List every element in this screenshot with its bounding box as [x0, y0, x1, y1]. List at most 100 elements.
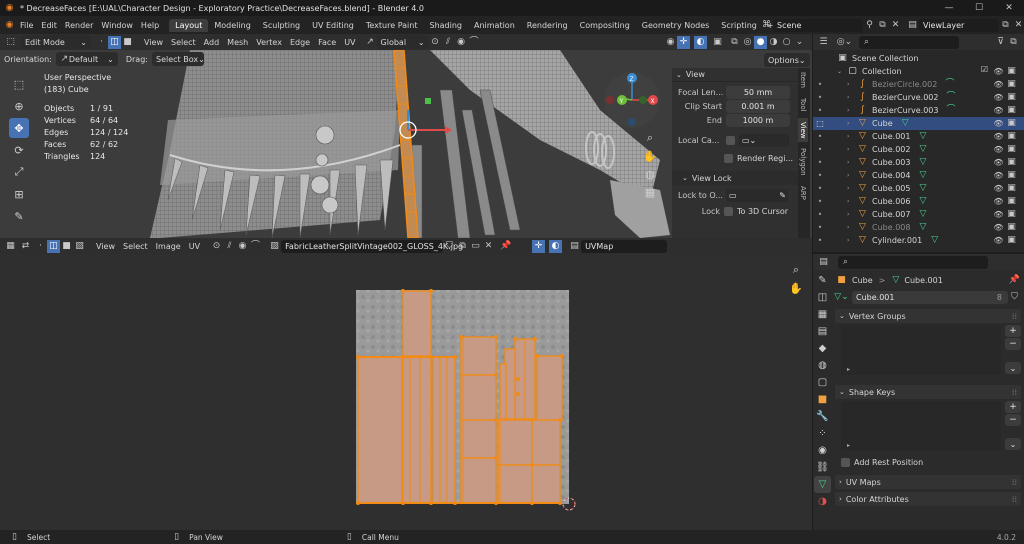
object-data-icon[interactable]: ▽ — [916, 130, 929, 143]
rotate-tool[interactable]: ⟳ — [9, 140, 29, 160]
outliner-select-gutter[interactable]: • — [813, 93, 827, 102]
options-dropdown[interactable]: Options ⌄ — [764, 53, 810, 67]
tab-uv-editing[interactable]: UV Editing — [306, 19, 360, 32]
view-layer-tab-icon[interactable]: ▤ — [814, 323, 831, 340]
outliner-row[interactable]: • › ▽ Cube.003 ▽ 👁 ▣ — [813, 156, 1024, 169]
sidebar-tab-view[interactable]: View — [798, 117, 808, 143]
object-data-icon[interactable]: ▽ — [928, 234, 941, 247]
shape-key-menu-button[interactable]: ⌄ — [1005, 438, 1021, 450]
shape-key-remove-button[interactable]: − — [1005, 414, 1021, 426]
outliner-display-icon[interactable]: ◎⌄ — [837, 36, 852, 49]
mesh-users-count[interactable]: 8 — [997, 293, 1008, 302]
render-camera-icon[interactable]: ▣ — [1005, 104, 1018, 117]
expand-arrow-icon[interactable]: › — [847, 159, 856, 166]
object-data-icon[interactable]: ⌒ — [944, 104, 957, 117]
outliner-select-gutter[interactable]: • — [813, 171, 827, 180]
expand-arrow-icon[interactable]: › — [847, 185, 856, 192]
outliner-row[interactable]: • › ▽ Cube.006 ▽ 👁 ▣ — [813, 195, 1024, 208]
outliner-row[interactable]: • › ▽ Cube.005 ▽ 👁 ▣ — [813, 182, 1024, 195]
expand-arrow-icon[interactable]: › — [847, 133, 856, 140]
uv-pivot-icon[interactable]: ⊙ — [210, 240, 223, 253]
camera-icon[interactable]: ◍ — [642, 166, 658, 182]
cursor-tool[interactable]: ⊕ — [9, 96, 29, 116]
tab-scripting[interactable]: Scripting — [715, 19, 763, 32]
tab-texture-paint[interactable]: Texture Paint — [360, 19, 424, 32]
add-rest-position-checkbox[interactable] — [841, 457, 850, 467]
outliner-select-gutter[interactable]: • — [813, 210, 827, 219]
uv-map-field[interactable]: UVMap — [581, 239, 668, 253]
properties-pin-icon[interactable]: 📌 — [1008, 274, 1021, 287]
render-camera-icon[interactable]: ▣ — [1005, 208, 1018, 221]
expand-arrow-icon[interactable]: ⌄ — [837, 68, 846, 75]
view-layer-icon[interactable]: ▤ — [906, 19, 919, 32]
outliner-select-gutter[interactable]: • — [813, 145, 827, 154]
filter-icon[interactable]: ⊽ — [994, 36, 1007, 49]
overlay-icon[interactable]: ◐ — [694, 35, 707, 49]
edge-select-icon[interactable]: ◫ — [108, 35, 121, 49]
outliner-type-icon[interactable]: ☰ — [817, 36, 830, 49]
mesh-name-field[interactable]: Cube.001 8 — [852, 291, 1008, 304]
render-camera-icon[interactable]: ▣ — [1005, 169, 1018, 182]
viewport-menu-vertex[interactable]: Vertex — [252, 38, 286, 47]
outliner-row[interactable]: ▣ Scene Collection — [813, 52, 1024, 65]
outliner-row[interactable]: • › ∫ BezierCircle.002 ⌒ 👁 ▣ — [813, 78, 1024, 91]
outliner-select-gutter[interactable]: • — [813, 106, 827, 115]
visibility-eye-icon[interactable]: 👁 — [992, 156, 1005, 169]
render-camera-icon[interactable]: ▣ — [1005, 143, 1018, 156]
shading-material-icon[interactable]: ◑ — [767, 36, 780, 49]
shading-options-icon[interactable]: ⌄ — [793, 36, 806, 49]
outliner-select-gutter[interactable]: • — [813, 158, 827, 167]
scene-tab-icon[interactable]: ◆ — [814, 340, 831, 357]
visibility-eye-icon[interactable]: 👁 — [992, 234, 1005, 247]
shape-keys-list[interactable]: ▸ — [841, 401, 1001, 451]
select-box-tool[interactable]: ⬚ — [9, 74, 29, 94]
uv-menu-image[interactable]: Image — [152, 242, 185, 251]
visibility-eye-icon[interactable]: 👁 — [992, 65, 1005, 78]
maximize-icon[interactable]: ☐ — [964, 2, 994, 15]
uv-pan-hand-icon[interactable]: ✋ — [788, 280, 804, 296]
minimize-icon[interactable]: — — [934, 2, 964, 15]
expand-arrow-icon[interactable]: › — [847, 198, 856, 205]
data-tab-icon[interactable]: ▽ — [814, 476, 831, 493]
expand-arrow-icon[interactable]: › — [847, 172, 856, 179]
tab-layout[interactable]: Layout — [169, 18, 209, 32]
tab-compositing[interactable]: Compositing — [574, 19, 636, 32]
visibility-eye-icon[interactable]: 👁 — [992, 221, 1005, 234]
outliner-row[interactable]: ⬚ › ▽ Cube ▽ 👁 ▣ — [813, 117, 1024, 130]
collection-tab-icon[interactable]: ▢ — [814, 374, 831, 391]
uv-editor-canvas[interactable]: ⌕ ✋ — [0, 254, 812, 530]
collection-checkbox-icon[interactable]: ☑ — [981, 65, 988, 78]
lock-to-object-field[interactable]: ▭ ✎ — [726, 188, 788, 202]
editor-type-icon[interactable]: ⬚ — [4, 36, 17, 49]
output-tab-icon[interactable]: ▦ — [814, 306, 831, 323]
outliner-row[interactable]: • › ∫ BezierCurve.003 ⌒ 👁 ▣ — [813, 104, 1024, 117]
shading-render-icon[interactable]: ○ — [780, 36, 793, 49]
tab-shading[interactable]: Shading — [423, 19, 468, 32]
visibility-eye-icon[interactable]: 👁 — [992, 169, 1005, 182]
color-attributes-header[interactable]: Color Attributes — [846, 495, 909, 504]
vertex-group-add-button[interactable]: + — [1005, 325, 1021, 337]
properties-search[interactable]: ⌕ — [838, 255, 988, 269]
image-new-icon[interactable]: ⧉ — [456, 240, 469, 253]
transform-orientation-dropdown[interactable]: Global ⌄ — [376, 35, 429, 49]
menu-file[interactable]: File — [16, 21, 37, 30]
sidebar-tab-polygon[interactable]: Polygon — [798, 144, 808, 180]
particles-tab-icon[interactable]: ⁘ — [814, 425, 831, 442]
render-camera-icon[interactable]: ▣ — [1005, 78, 1018, 91]
render-camera-icon[interactable]: ▣ — [1005, 65, 1018, 78]
transform-icon[interactable]: ↗ — [364, 36, 377, 49]
sidebar-tab-tool[interactable]: Tool — [798, 94, 808, 116]
outliner-select-gutter[interactable]: • — [813, 197, 827, 206]
pin-icon[interactable]: ⚲ — [863, 19, 876, 32]
vertex-groups-list[interactable]: ▸ — [841, 325, 1001, 375]
render-camera-icon[interactable]: ▣ — [1005, 234, 1018, 247]
viewport-menu-add[interactable]: Add — [200, 38, 224, 47]
view-layer-field[interactable]: ViewLayer — [919, 18, 999, 32]
render-region-checkbox[interactable] — [724, 153, 733, 163]
object-tab-icon[interactable]: ■ — [814, 391, 831, 408]
render-camera-icon[interactable]: ▣ — [1005, 91, 1018, 104]
scene-field[interactable]: Scene — [773, 18, 863, 32]
uv-menu-view[interactable]: View — [92, 242, 119, 251]
expand-arrow-icon[interactable]: › — [847, 237, 856, 244]
modifier-tab-icon[interactable]: 🔧 — [814, 408, 831, 425]
